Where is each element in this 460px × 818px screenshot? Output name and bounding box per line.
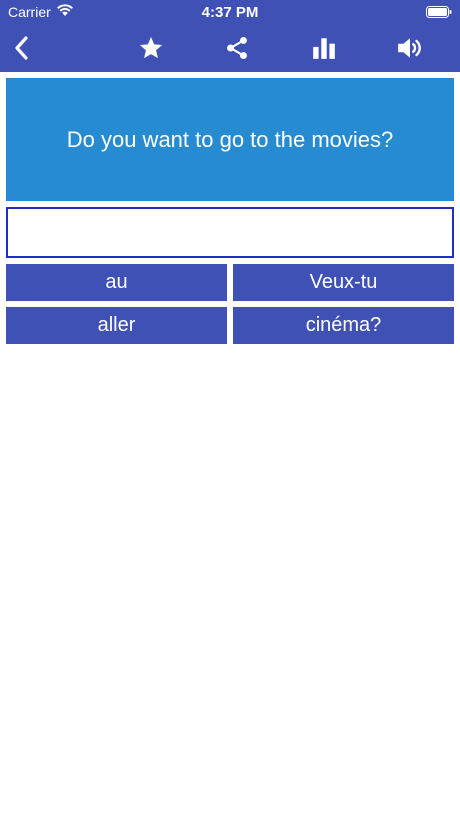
word-option-aller[interactable]: aller <box>6 307 227 344</box>
word-option-au[interactable]: au <box>6 264 227 301</box>
status-bar: Carrier 4:37 PM <box>0 0 460 24</box>
speaker-icon[interactable] <box>394 32 426 64</box>
answer-field[interactable] <box>6 207 454 258</box>
nav-bar <box>0 24 460 72</box>
battery-icon <box>426 5 452 18</box>
answer-input[interactable] <box>8 209 452 256</box>
clock: 4:37 PM <box>201 4 259 21</box>
bar-chart-icon[interactable] <box>308 32 340 64</box>
share-icon[interactable] <box>221 32 253 64</box>
star-icon[interactable] <box>135 32 167 64</box>
top-bar: Carrier 4:37 PM <box>0 0 460 72</box>
question-text: Do you want to go to the movies? <box>66 126 394 152</box>
back-chevron-icon[interactable] <box>6 32 38 64</box>
word-option-veux-tu[interactable]: Veux-tu <box>233 264 454 301</box>
word-option-cinema[interactable]: cinéma? <box>233 307 454 344</box>
question-card: Do you want to go to the movies? <box>6 78 454 201</box>
